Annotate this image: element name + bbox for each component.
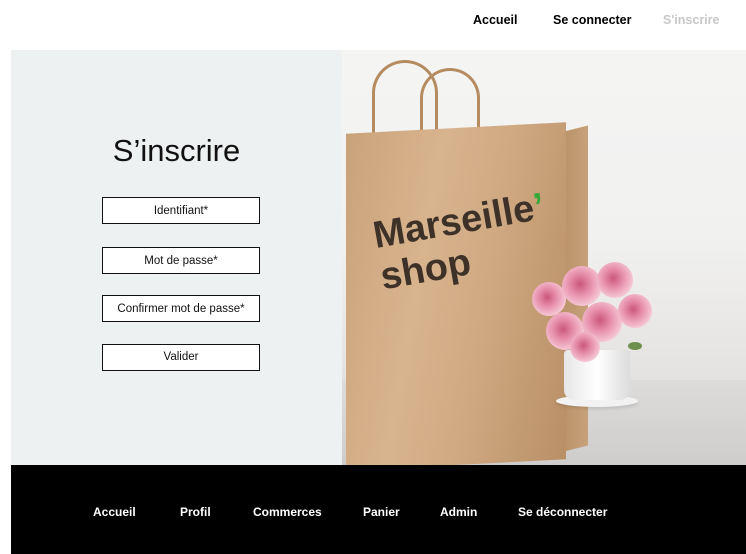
password-field[interactable] [102,247,260,274]
rose [618,294,652,328]
signup-panel: S’inscrire Valider [11,50,342,465]
hero-image: Marseille’ shop [342,50,746,465]
username-field[interactable] [102,197,260,224]
footer-link-profil[interactable]: Profil [180,505,211,519]
footer-link-se-deconnecter[interactable]: Se déconnecter [518,505,607,519]
nav-se-connecter[interactable]: Se connecter [553,13,632,27]
rose [570,332,600,362]
rose [597,262,633,298]
footer-link-admin[interactable]: Admin [440,505,477,519]
rose [532,282,566,316]
footer-link-commerces[interactable]: Commerces [253,505,322,519]
footer-link-panier[interactable]: Panier [363,505,400,519]
confirm-password-field[interactable] [102,295,260,322]
page-title: S’inscrire [112,133,241,168]
top-nav: Accueil Se connecter S'inscrire [0,0,746,50]
submit-button[interactable]: Valider [102,344,260,371]
footer-link-accueil[interactable]: Accueil [93,505,136,519]
nav-s-inscrire[interactable]: S'inscrire [663,13,719,27]
footer-nav: Accueil Profil Commerces Panier Admin Se… [11,465,746,554]
rose [562,266,602,306]
nav-accueil[interactable]: Accueil [473,13,517,27]
leaf [628,342,642,350]
